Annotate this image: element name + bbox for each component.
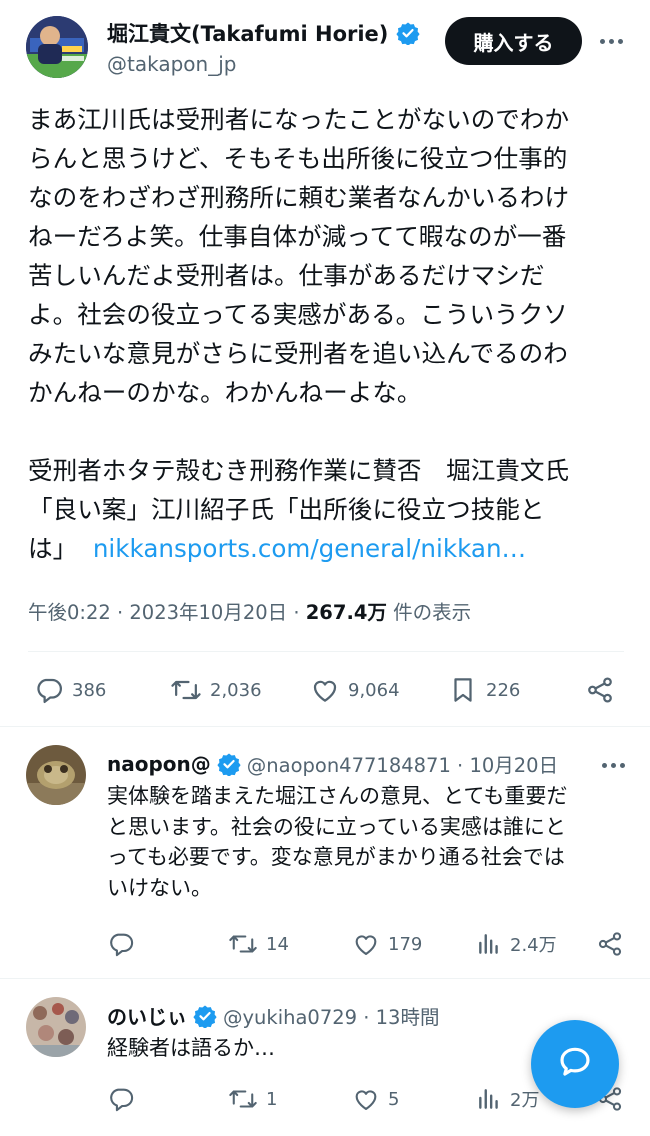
reply-action[interactable] bbox=[107, 1085, 135, 1113]
share-icon bbox=[596, 930, 624, 958]
author-name[interactable]: 堀江貴文(Takafumi Horie) bbox=[107, 18, 388, 48]
views-label: 件の表示 bbox=[386, 601, 472, 624]
reply-avatar[interactable] bbox=[26, 997, 86, 1057]
reply-meta[interactable]: @naopon477184871 · 10月20日 bbox=[247, 749, 558, 778]
reply-author-name[interactable]: naopon@ bbox=[107, 752, 211, 776]
buy-button[interactable]: 購入する bbox=[445, 17, 582, 65]
retweet-icon bbox=[228, 1085, 258, 1113]
like-action[interactable]: 179 bbox=[352, 930, 422, 958]
views-count: 2.4万 bbox=[510, 935, 557, 956]
views-action[interactable]: 2万 bbox=[476, 1085, 539, 1113]
retweet-count: 1 bbox=[266, 1088, 278, 1110]
bookmark-action[interactable]: 226 bbox=[448, 675, 520, 705]
reply-icon bbox=[107, 1085, 135, 1113]
reply-avatar[interactable] bbox=[26, 745, 86, 805]
tweet-text-line: まあ江川氏は受刑者になったことがないのでわか bbox=[28, 105, 570, 134]
verified-badge-icon[interactable] bbox=[217, 752, 241, 777]
more-options-icon[interactable] bbox=[596, 28, 626, 54]
chat-bubble-icon bbox=[556, 1043, 594, 1085]
user-avatar-icon bbox=[26, 997, 86, 1057]
divider bbox=[0, 978, 650, 979]
author-avatar[interactable] bbox=[26, 16, 88, 78]
tweet-text-line: らんと思うけど、そもそも出所後に役立つ仕事的 bbox=[28, 144, 568, 173]
quote-text-line: 受刑者ホタテ殻むき刑務作業に賛否 堀江貴文氏 bbox=[28, 456, 570, 485]
bookmark-icon bbox=[448, 675, 478, 705]
tweet-text: まあ江川氏は受刑者になったことがないのでわか らんと思うけど、そもそも出所後に役… bbox=[28, 100, 628, 568]
reply-icon bbox=[107, 930, 135, 958]
retweet-icon bbox=[228, 930, 258, 958]
timestamp[interactable]: 午後0:22 · 2023年10月20日 · bbox=[28, 601, 306, 624]
heart-icon bbox=[352, 1085, 380, 1113]
user-avatar-icon bbox=[26, 16, 88, 78]
verified-badge-icon[interactable] bbox=[193, 1004, 217, 1029]
divider bbox=[28, 651, 624, 652]
tweet-text-line: よ。社会の役立ってる実感がある。こういうクソ bbox=[28, 300, 568, 329]
like-count: 179 bbox=[388, 933, 423, 955]
analytics-icon bbox=[476, 1085, 502, 1113]
like-count: 9,064 bbox=[348, 679, 400, 701]
verified-badge-icon[interactable] bbox=[396, 21, 421, 46]
reply-author-name[interactable]: のいじぃ bbox=[107, 1001, 187, 1030]
reply-text: 実体験を踏まえた堀江さんの意見、とても重要だ と思います。社会の役に立っている実… bbox=[107, 781, 627, 903]
quote-text-prefix: は」 bbox=[28, 534, 78, 563]
share-action[interactable] bbox=[596, 930, 624, 958]
more-options-icon[interactable] bbox=[598, 752, 628, 778]
reply-text-line: いけない。 bbox=[107, 875, 212, 900]
reply-text-line: 実体験を踏まえた堀江さんの意見、とても重要だ bbox=[107, 784, 568, 808]
compose-button[interactable] bbox=[531, 1020, 619, 1108]
views-count: 267.4万 bbox=[305, 601, 387, 624]
tweet-text-line: 苦しいんだよ受刑者は。仕事があるだけマシだ bbox=[28, 261, 545, 290]
views-count: 2万 bbox=[510, 1090, 540, 1111]
heart-icon bbox=[352, 930, 380, 958]
reply-action[interactable]: 386 bbox=[34, 675, 106, 705]
like-action[interactable]: 5 bbox=[352, 1085, 399, 1113]
retweet-action[interactable]: 2,036 bbox=[170, 675, 262, 705]
user-avatar-icon bbox=[26, 745, 86, 805]
retweet-action[interactable]: 1 bbox=[228, 1085, 277, 1113]
reply-header: naopon@ @naopon477184871 · 10月20日 bbox=[107, 749, 558, 778]
author-name-row: 堀江貴文(Takafumi Horie) bbox=[107, 18, 421, 48]
reply-text-line: っても必要です。変な意見がまかり通る社会では bbox=[107, 845, 565, 869]
retweet-icon bbox=[170, 675, 202, 705]
retweet-count: 14 bbox=[266, 933, 289, 955]
reply-header: のいじぃ @yukiha0729 · 13時間 bbox=[107, 1001, 439, 1030]
bookmark-count: 226 bbox=[486, 679, 521, 701]
reply-icon bbox=[34, 675, 64, 705]
reply-text-line: と思います。社会の役に立っている実感は誰にと bbox=[107, 814, 566, 839]
quote-text-line-last: は」 nikkansports.com/general/nikkan… bbox=[28, 529, 628, 568]
tweet-text-line: なのをわざわざ刑務所に頼む業者なんかいるわけ bbox=[28, 183, 570, 212]
like-action[interactable]: 9,064 bbox=[310, 675, 400, 705]
tweet-text-line: ねーだろよ笑。仕事自体が減ってて暇なのが一番 bbox=[28, 222, 567, 251]
views-action[interactable]: 2.4万 bbox=[476, 930, 557, 958]
tweet-text-line: かんねーのかな。わかんねーよな。 bbox=[28, 378, 422, 407]
article-link[interactable]: nikkansports.com/general/nikkan… bbox=[93, 534, 526, 563]
author-handle[interactable]: @takapon_jp bbox=[107, 52, 236, 76]
retweet-action[interactable]: 14 bbox=[228, 930, 289, 958]
reply-count: 386 bbox=[72, 679, 107, 701]
heart-icon bbox=[310, 675, 340, 705]
like-count: 5 bbox=[388, 1088, 400, 1110]
share-action[interactable] bbox=[585, 675, 615, 705]
reply-meta[interactable]: @yukiha0729 · 13時間 bbox=[223, 1001, 439, 1030]
divider bbox=[0, 726, 650, 727]
tweet-text-line: みたいな意見がさらに受刑者を追い込んでるのわ bbox=[28, 339, 568, 368]
retweet-count: 2,036 bbox=[210, 679, 262, 701]
tweet-meta: 午後0:22 · 2023年10月20日 · 267.4万 件の表示 bbox=[28, 596, 471, 625]
analytics-icon bbox=[476, 930, 502, 958]
quote-text-line: 「良い案」江川紹子氏「出所後に役立つ技能と bbox=[28, 495, 545, 524]
share-icon bbox=[585, 675, 615, 705]
reply-action[interactable] bbox=[107, 930, 135, 958]
